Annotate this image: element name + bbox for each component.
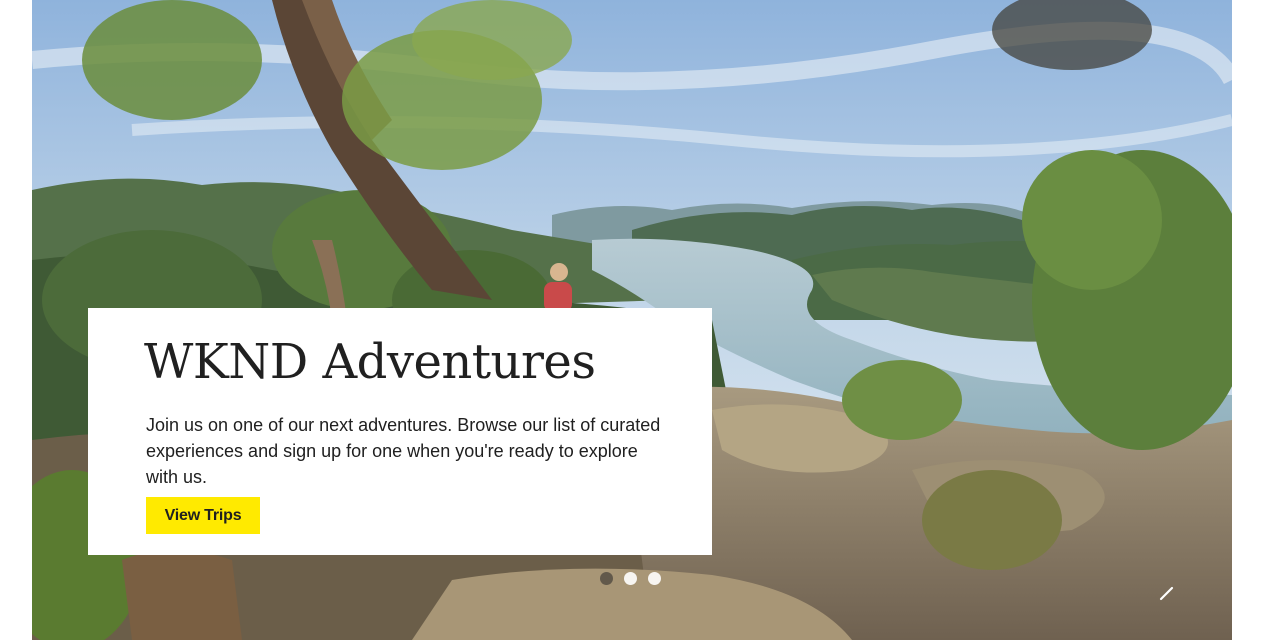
carousel-indicators (600, 572, 661, 586)
carousel-next-button[interactable] (1152, 578, 1182, 608)
chevron-right-icon (1152, 578, 1182, 608)
carousel-indicator-2[interactable] (624, 572, 637, 585)
hero-description: Join us on one of our next adventures. B… (146, 415, 661, 487)
hero-carousel: WKND Adventures Join us on one of our ne… (32, 0, 1232, 640)
view-trips-button[interactable]: View Trips (146, 497, 260, 534)
hero-title: WKND Adventures (144, 334, 596, 390)
carousel-indicator-1[interactable] (600, 572, 613, 585)
hero-card: WKND Adventures Join us on one of our ne… (88, 308, 712, 555)
carousel-indicator-3[interactable] (648, 572, 661, 585)
